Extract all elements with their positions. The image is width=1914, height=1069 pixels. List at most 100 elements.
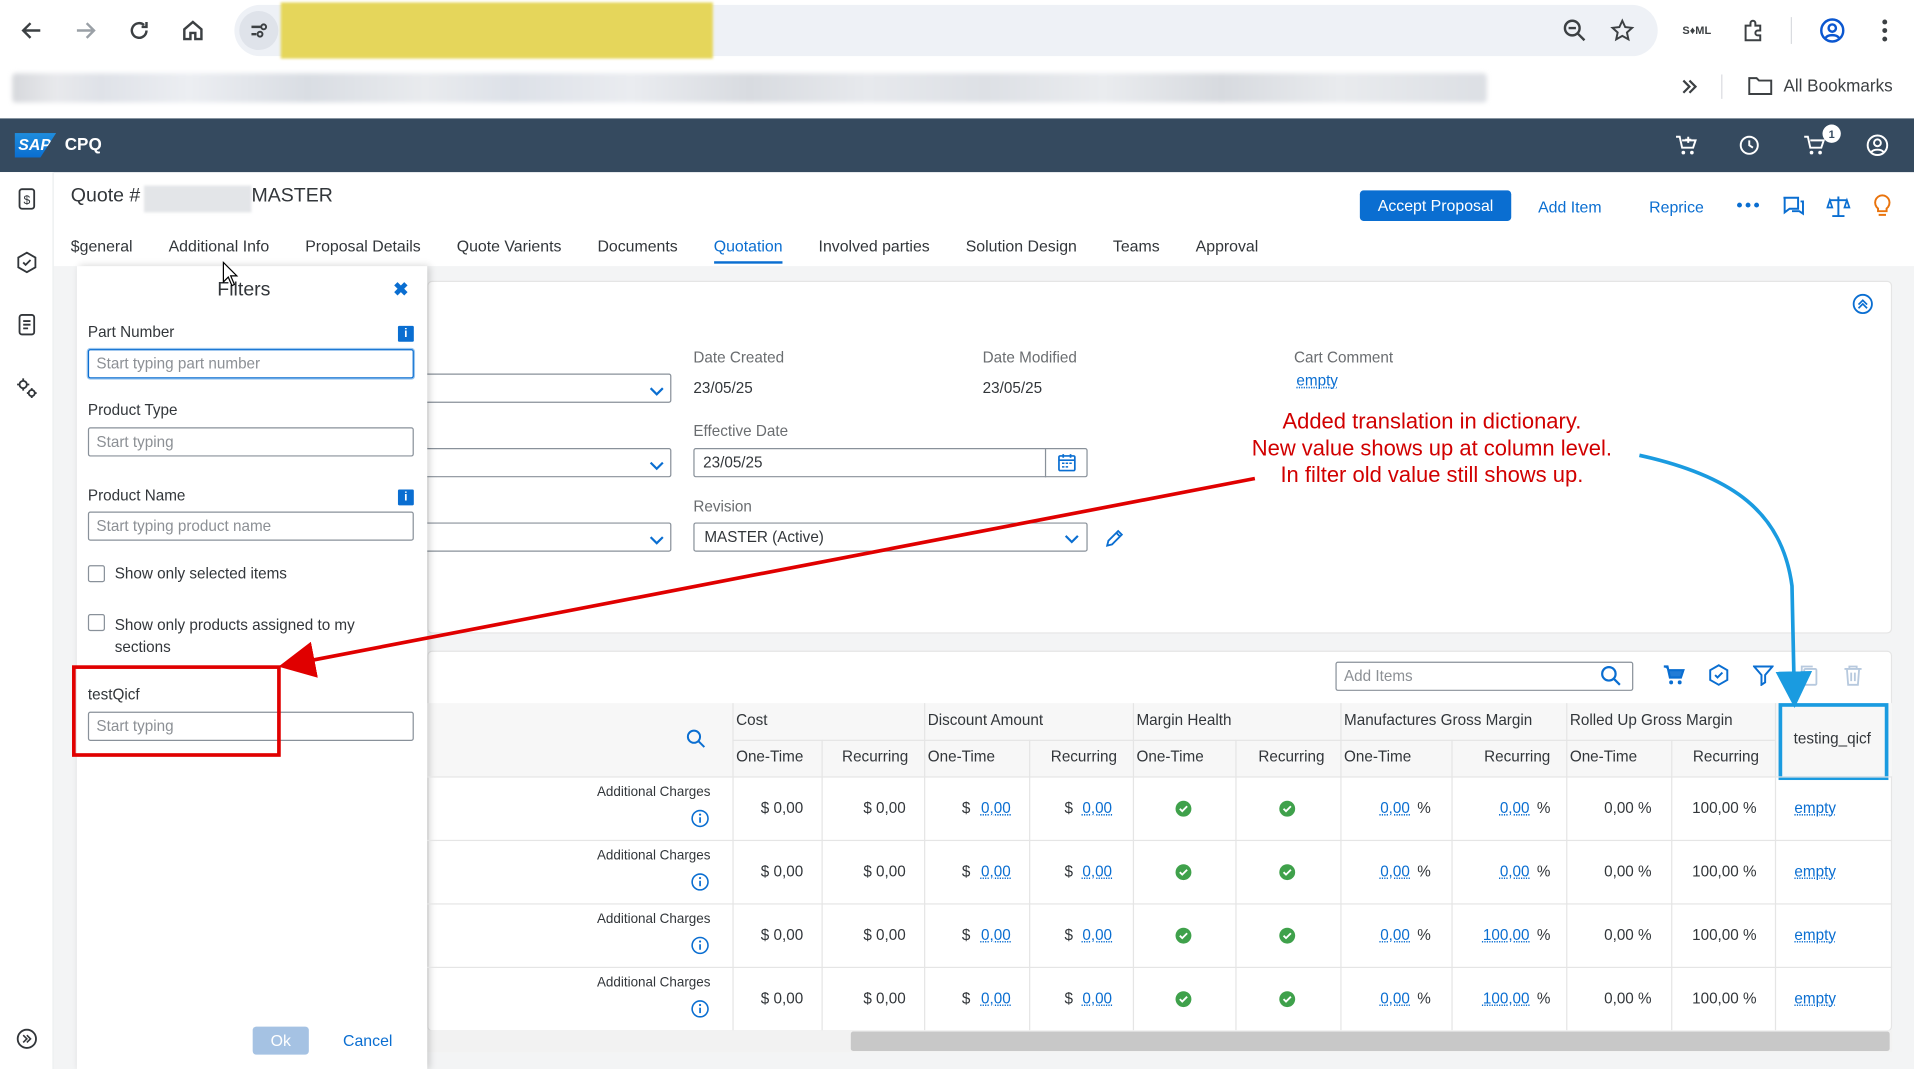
history-icon[interactable] [1735, 131, 1764, 160]
accept-proposal-button[interactable]: Accept Proposal [1359, 190, 1512, 221]
extensions-icon[interactable] [1736, 13, 1770, 47]
column-subheader: One-Time [927, 748, 996, 766]
configure-icon[interactable] [1708, 664, 1730, 692]
expand-rail-icon[interactable] [12, 1024, 41, 1053]
dropdown-3[interactable] [415, 522, 672, 552]
zoom-icon[interactable] [1558, 13, 1592, 47]
health-ok-icon [1175, 927, 1192, 944]
forward-icon[interactable] [68, 13, 102, 47]
cancel-button[interactable]: Cancel [343, 1031, 392, 1049]
settings-icon[interactable] [12, 374, 41, 403]
compare-icon[interactable] [1826, 194, 1851, 225]
tab-teams[interactable]: Teams [1113, 237, 1160, 264]
more-actions-icon[interactable] [1736, 195, 1760, 221]
collapse-panel-icon[interactable] [1852, 293, 1874, 321]
add-item-button[interactable]: Add Item [1538, 198, 1602, 216]
calendar-icon[interactable] [1057, 453, 1077, 479]
profile-icon[interactable] [1815, 13, 1849, 47]
column-divider [1774, 703, 1777, 1031]
discount-recurring[interactable]: 0,00 [941, 800, 1112, 817]
home-icon[interactable] [176, 13, 210, 47]
bookmark-star-icon[interactable] [1605, 13, 1639, 47]
discount-recurring[interactable]: 0,00 [941, 927, 1112, 944]
tab-additional-info[interactable]: Additional Info [169, 237, 270, 264]
product-name-label: Product Name [87, 487, 186, 505]
add-to-cart-icon[interactable] [1671, 131, 1700, 160]
tab--general[interactable]: $general [71, 237, 133, 264]
dropdown-2[interactable] [415, 447, 672, 478]
reload-icon[interactable] [122, 13, 156, 47]
all-bookmarks-label[interactable]: All Bookmarks [1783, 76, 1892, 96]
horizontal-scrollbar[interactable] [850, 1031, 1890, 1052]
copy-icon[interactable] [1799, 664, 1819, 692]
product-icon[interactable] [12, 248, 41, 277]
close-icon[interactable]: ✖ [393, 278, 408, 301]
tab-solution-design[interactable]: Solution Design [966, 237, 1077, 264]
chevron-down-icon [649, 382, 664, 404]
show-assigned-checkbox[interactable] [87, 614, 105, 632]
ok-button[interactable]: Ok [252, 1026, 309, 1055]
column-divider [821, 739, 823, 1031]
column-subheader: One-Time [1343, 748, 1412, 766]
discount-recurring[interactable]: 0,00 [941, 863, 1112, 880]
column-search-icon[interactable] [686, 729, 706, 755]
quote-title-prefix: Quote # [70, 185, 141, 207]
rolled-margin-recurring: 100,00 % [1692, 799, 1757, 817]
custom-column-header[interactable]: testing_qicf [1780, 730, 1885, 747]
mouse-cursor-icon [222, 260, 239, 294]
user-icon[interactable] [1863, 131, 1892, 160]
toolbar-divider [1790, 17, 1792, 44]
document-icon[interactable] [12, 310, 41, 339]
dropdown-1[interactable] [415, 373, 672, 403]
column-subheader: One-Time [736, 748, 804, 766]
tab-approval[interactable]: Approval [1196, 237, 1259, 264]
row-label: Additional Charges [596, 975, 711, 990]
pricing-icon[interactable]: $ [12, 184, 41, 213]
cart-badge: 1 [1822, 124, 1841, 143]
cart-comment-link[interactable]: empty [1296, 372, 1338, 389]
site-settings-icon[interactable] [239, 10, 279, 51]
product-type-input[interactable]: Start typing [87, 427, 414, 457]
saml-extension-icon[interactable]: S♦ML [1680, 13, 1714, 47]
column-divider [1132, 703, 1135, 1031]
add-items-input[interactable]: Add Items [1335, 661, 1634, 691]
back-icon[interactable] [15, 13, 49, 47]
date-modified-label: Date Modified [982, 349, 1077, 367]
cart-action-icon[interactable] [1663, 664, 1686, 692]
svg-text:$: $ [23, 193, 30, 207]
redacted-bookmarks [12, 73, 1487, 103]
delete-icon[interactable] [1843, 664, 1863, 692]
discount-recurring[interactable]: 0,00 [941, 990, 1112, 1007]
product-name-input[interactable]: Start typing product name [87, 511, 414, 541]
custom-value-link[interactable]: empty [1794, 863, 1836, 880]
tab-documents[interactable]: Documents [597, 237, 677, 264]
reprice-button[interactable]: Reprice [1649, 198, 1704, 216]
info-icon[interactable]: i [397, 325, 414, 342]
health-ok-icon [1175, 800, 1192, 817]
revision-select[interactable]: MASTER (Active) [693, 522, 1088, 552]
edit-icon[interactable] [1104, 527, 1126, 555]
idea-icon[interactable] [1871, 193, 1893, 226]
effective-date-input[interactable]: 23/05/25 [693, 447, 1088, 478]
part-number-label: Part Number [87, 323, 175, 341]
search-icon[interactable] [1600, 665, 1621, 692]
more-bookmarks-icon[interactable] [1672, 70, 1706, 104]
custom-value-link[interactable]: empty [1794, 927, 1836, 944]
tab-involved-parties[interactable]: Involved parties [819, 237, 930, 264]
show-selected-checkbox[interactable] [87, 565, 105, 583]
filter-icon[interactable] [1752, 664, 1775, 692]
column-group-header: Rolled Up Gross Margin [1569, 711, 1733, 729]
info-icon[interactable]: i [397, 489, 414, 506]
browser-menu-icon[interactable] [1868, 13, 1902, 47]
revision-label: Revision [693, 498, 752, 516]
tab-quote-varients[interactable]: Quote Varients [457, 237, 562, 264]
health-ok-icon [1175, 864, 1192, 881]
column-subheader: Recurring [1484, 748, 1551, 766]
tab-quotation[interactable]: Quotation [713, 237, 783, 264]
comments-icon[interactable] [1781, 194, 1805, 225]
tab-proposal-details[interactable]: Proposal Details [305, 237, 421, 264]
part-number-input[interactable]: Start typing part number [87, 349, 414, 379]
custom-value-link[interactable]: empty [1794, 990, 1836, 1007]
folder-icon[interactable] [1748, 74, 1773, 102]
custom-value-link[interactable]: empty [1794, 800, 1836, 817]
